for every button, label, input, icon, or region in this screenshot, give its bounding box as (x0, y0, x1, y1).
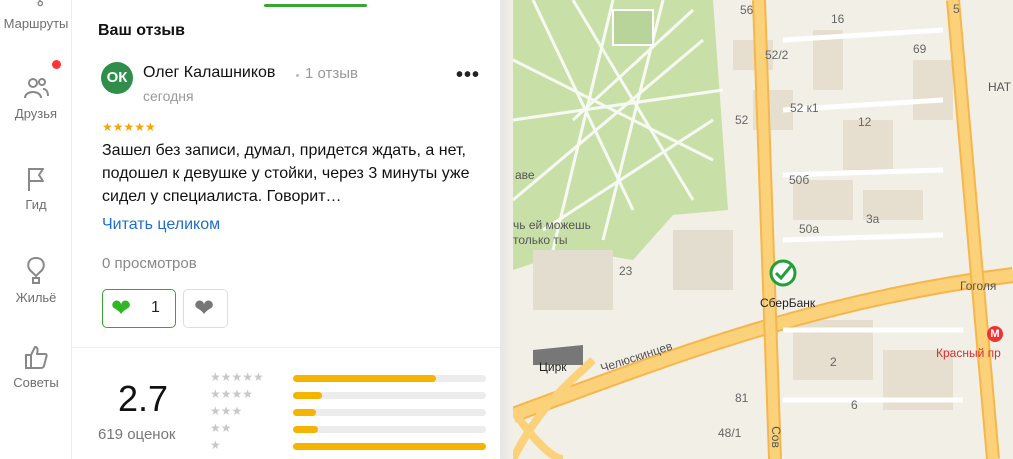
house-number: 56 (740, 3, 754, 17)
map-label-monument-line2: только ты (513, 233, 568, 247)
author-name[interactable]: Олег Калашников (143, 64, 275, 82)
map-label-street-sov: Сов (768, 426, 783, 448)
rating-row-stars: ★ (210, 438, 221, 452)
review-panel: Ваш отзыв ОК Олег Калашников 1 отзыв сег… (72, 0, 500, 459)
nav-item-routes[interactable]: Маршруты (0, 0, 72, 31)
rating-row-stars: ★★ (210, 421, 232, 435)
house-number: 23 (619, 264, 633, 278)
map-label-street-gogolya: Гоголя (960, 279, 997, 293)
read-more-link[interactable]: Читать целиком (102, 216, 220, 234)
rating-bar-fill (293, 392, 322, 399)
house-number: 81 (735, 391, 749, 405)
map-label-ave: аве (515, 168, 535, 182)
rating-bar-track (293, 443, 486, 450)
map-view[interactable]: СберБанк Цирк Челюскинцев Гоголя Красный… (513, 0, 1013, 459)
rating-row-stars: ★★★★★ (210, 370, 264, 384)
nav-label-routes: Маршруты (3, 16, 69, 31)
map-label-monument-line1: чь ей можешь (513, 218, 591, 232)
flag-icon (28, 168, 44, 191)
author-avatar[interactable]: ОК (101, 62, 133, 94)
rating-row-stars: ★★★ (210, 404, 243, 418)
review-date: сегодня (143, 88, 194, 104)
map-label-circus[interactable]: Цирк (539, 360, 567, 374)
friends-icon (24, 78, 49, 99)
views-count: 0 просмотров (102, 255, 197, 272)
house-number: 52 к1 (790, 101, 819, 115)
house-number: 5 (953, 2, 960, 16)
average-score: 2.7 (118, 378, 169, 419)
house-number: 52/2 (765, 48, 789, 62)
nav-item-housing[interactable]: Жильё (0, 254, 72, 305)
house-number: 2 (830, 355, 837, 369)
house-number: 69 (913, 42, 927, 56)
like-count: 1 (151, 299, 160, 316)
your-review-title: Ваш отзыв (98, 22, 185, 39)
house-number: 16 (831, 12, 845, 26)
house-number: 50а (799, 222, 820, 236)
house-number: 50б (789, 173, 810, 187)
panel-edge-shadow (500, 0, 513, 459)
rating-bar-fill (293, 375, 436, 382)
nav-label-housing: Жильё (15, 290, 57, 305)
house-number: 48/1 (718, 426, 742, 440)
nav-label-tips: Советы (13, 375, 59, 390)
like-button[interactable]: ❤ 1 (102, 289, 176, 328)
rating-bar-fill (293, 443, 486, 450)
rating-row-stars: ★★★★ (210, 387, 254, 401)
rating-bar-track (293, 392, 486, 399)
routes-icon (37, 0, 44, 7)
notification-dot (52, 60, 61, 69)
dislike-button[interactable]: ❤ (183, 289, 228, 328)
review-rating-stars: ★★★★★ (102, 120, 156, 134)
green-heart-icon: ❤ (111, 295, 132, 322)
thumbs-up-icon (25, 346, 48, 369)
gray-heart-icon: ❤ (194, 295, 215, 322)
rating-bar-track (293, 409, 486, 416)
nav-item-tips[interactable]: Советы (0, 343, 72, 390)
active-tab-indicator (264, 4, 367, 7)
author-review-count: 1 отзыв (305, 65, 359, 82)
map-label-sberbank[interactable]: СберБанк (760, 296, 815, 310)
rating-bar-fill (293, 426, 319, 433)
house-number: 6 (851, 398, 858, 412)
map-label-nata: НАТ (988, 80, 1012, 94)
section-divider (72, 347, 500, 348)
nav-label-guide: Гид (25, 197, 47, 212)
metro-icon[interactable]: М (987, 326, 1003, 342)
nav-item-guide[interactable]: Гид (0, 165, 72, 212)
house-number: 12 (858, 115, 872, 129)
ratings-count: 619 оценок (98, 426, 176, 443)
rating-bar-fill (293, 409, 317, 416)
map-label-metro-krasny[interactable]: Красный пр (936, 346, 1001, 360)
review-text: Зашел без записи, думал, придется ждать,… (102, 142, 470, 205)
left-nav-rail: Маршруты Друзья Гид Жильё Советы (0, 0, 72, 459)
house-number: 3а (866, 212, 880, 226)
nav-item-friends[interactable]: Друзья (0, 74, 72, 121)
rating-bar-track (293, 375, 486, 382)
more-options-icon[interactable]: ••• (456, 64, 480, 87)
rating-bar-track (293, 426, 486, 433)
house-balloon-icon (27, 256, 45, 284)
separator-dot (296, 74, 299, 77)
house-number: 52 (735, 113, 749, 127)
nav-label-friends: Друзья (14, 106, 58, 121)
